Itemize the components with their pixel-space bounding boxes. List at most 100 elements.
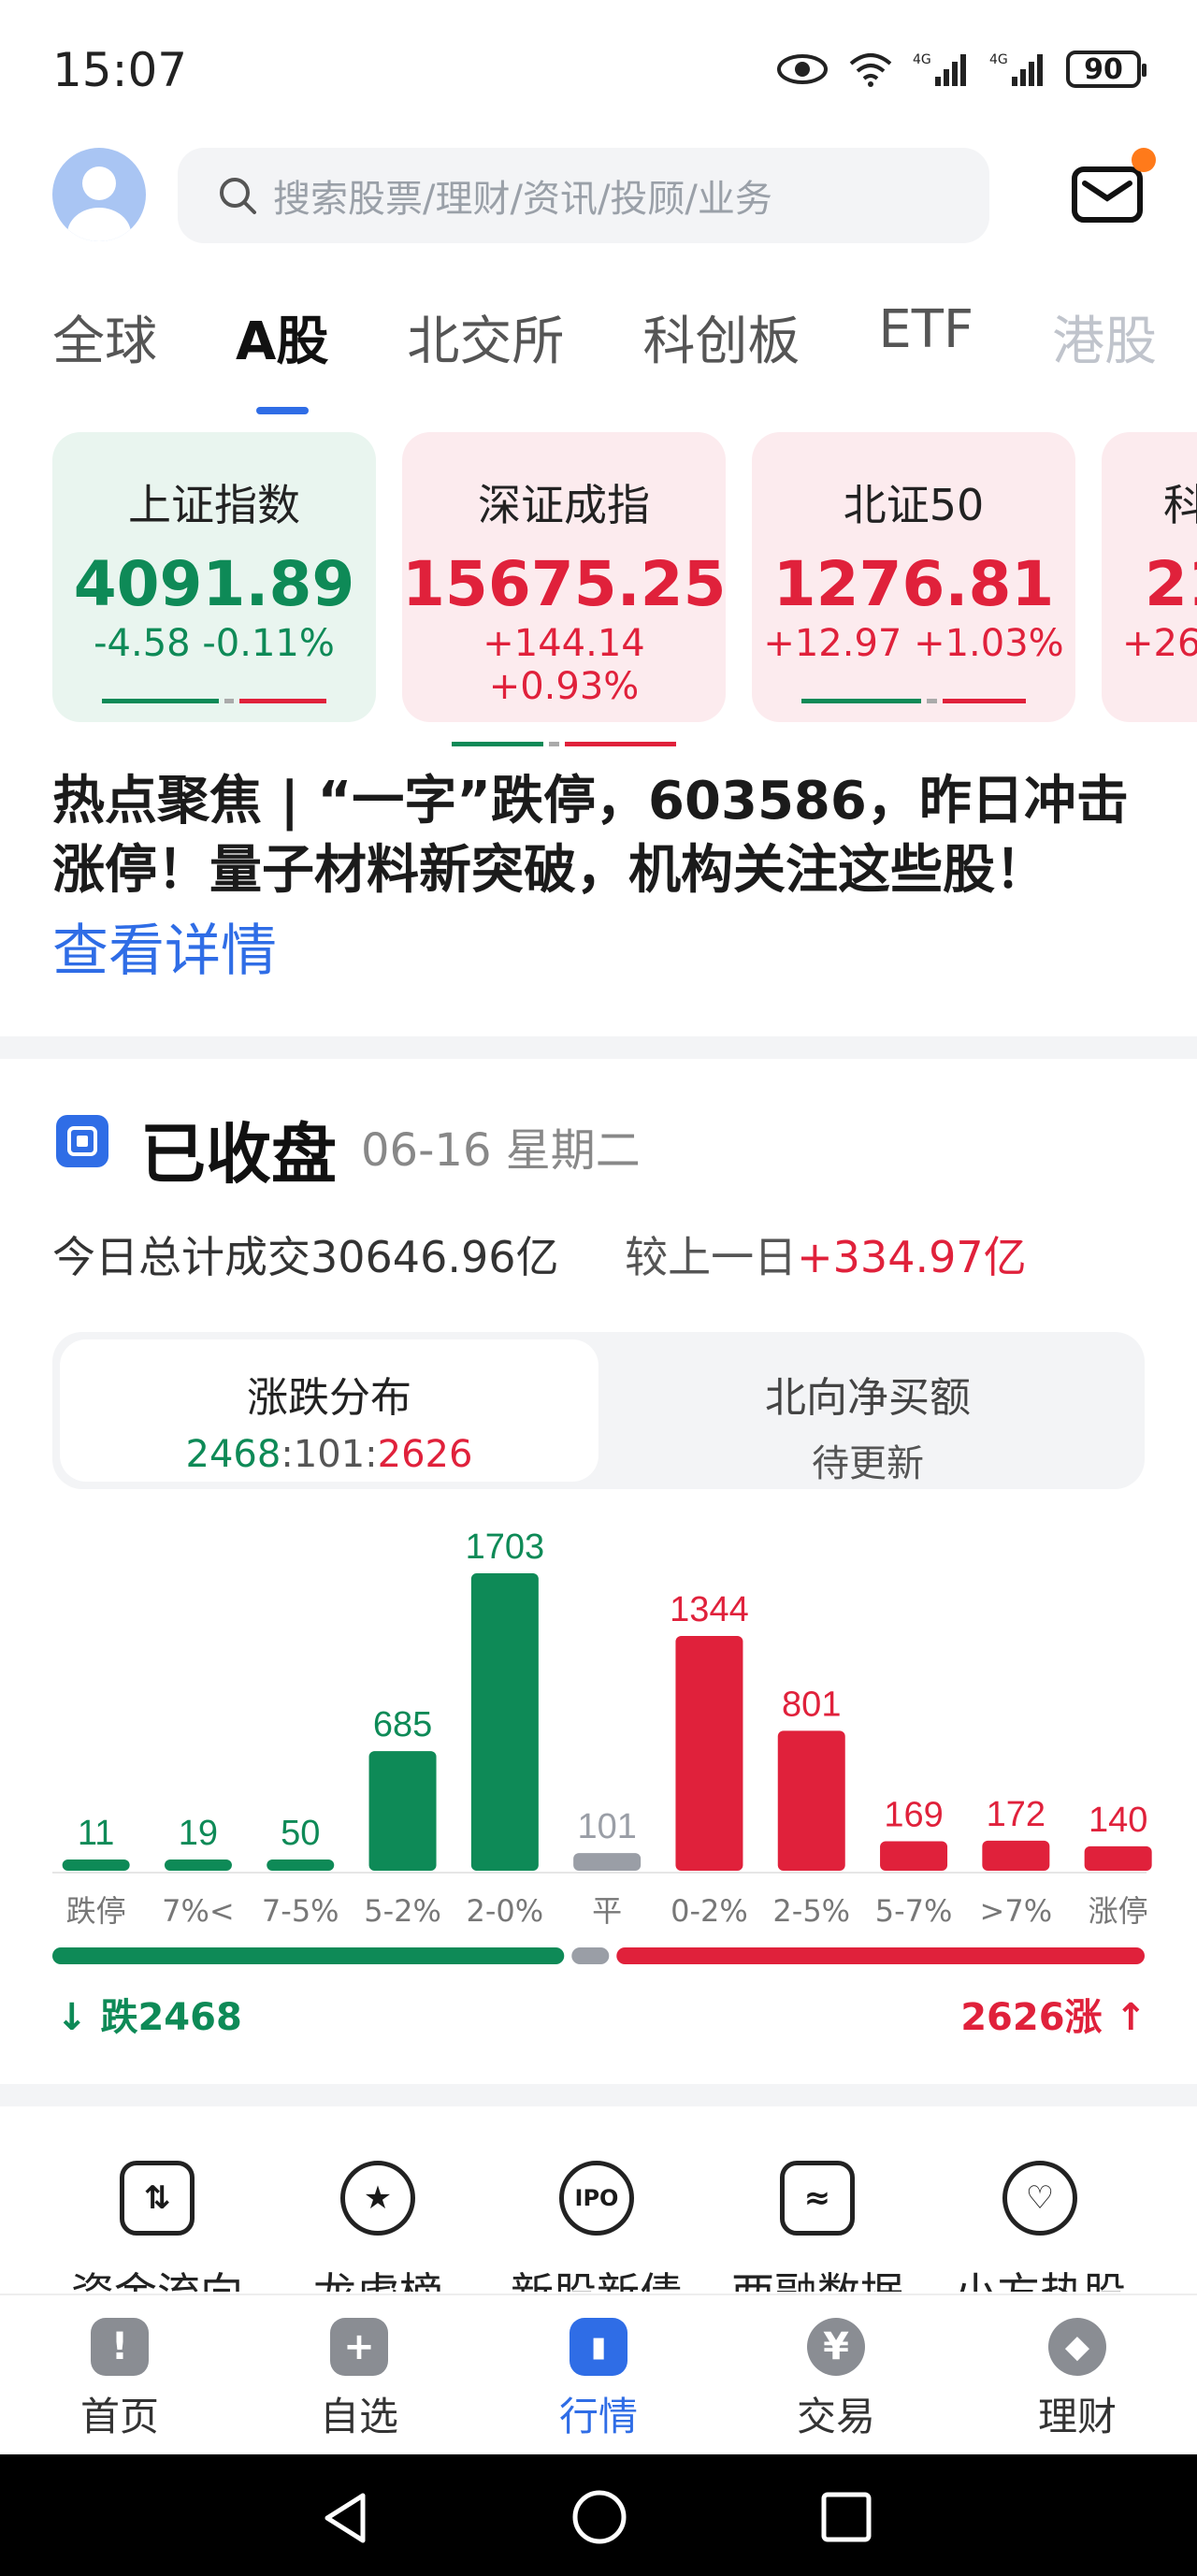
separator: : [281, 1433, 294, 1476]
market-status-icon [56, 1115, 108, 1167]
shortcut-label: 资金流向 [45, 2260, 269, 2292]
bottom-nav: ! 首页 + 自选 ▮ 行情 ¥ 交易 ◆ 理财 [0, 2294, 1197, 2454]
index-card[interactable]: 深证成指 15675.25 +144.14 +0.93% [402, 432, 727, 746]
bar-跌停 [62, 1860, 130, 1871]
tab-a-shares[interactable]: A股 [236, 299, 328, 414]
tab-northbound-net-buy[interactable]: 北向净买额 待更新 [598, 1339, 1137, 1485]
search-input[interactable]: 搜索股票/理财/资讯/投顾/业务 [178, 148, 989, 243]
nav-label: 理财 [1037, 2394, 1117, 2439]
nav-watchlist[interactable]: + 自选 [266, 2318, 453, 2442]
bar-value-label: 1703 [466, 1527, 545, 1567]
breadth-bar [452, 742, 677, 746]
user-icon [67, 166, 131, 241]
separator: : [365, 1433, 378, 1476]
tab-rise-fall-distribution[interactable]: 涨跌分布 2468:101:2626 [60, 1339, 598, 1482]
arrow-up-icon: ↑ [1102, 1996, 1147, 2039]
mail-icon[interactable] [1072, 166, 1143, 223]
bar-value-label: 19 [179, 1814, 218, 1853]
category-label: 7-5% [262, 1893, 339, 1929]
index-value: 1276.81 [772, 548, 1055, 620]
index-card[interactable]: 科 21 +26 [1102, 432, 1197, 722]
index-value: 21 [1145, 548, 1197, 620]
bar-value-label: 169 [884, 1795, 943, 1834]
category-label: 5-7% [875, 1893, 953, 1929]
bar->7% [982, 1840, 1050, 1871]
shortcut-fund-flow[interactable]: ⇅ 资金流向 [45, 2161, 269, 2292]
shortcut-hot-stocks[interactable]: ♡ 小方热股 [928, 2161, 1152, 2292]
nav-label: 自选 [319, 2394, 398, 2439]
index-change: -4.58 [94, 622, 191, 665]
flat-count: 101 [293, 1433, 366, 1476]
breadth-fall [52, 1947, 565, 1964]
signal-icon: 4G [913, 52, 966, 86]
index-name: 科 [1163, 480, 1197, 530]
shortcut-dragon-tiger[interactable]: ★ 龙虎榜 [266, 2161, 490, 2292]
bar-value-label: 801 [782, 1685, 841, 1724]
tab-etf[interactable]: ETF [878, 299, 973, 375]
index-card[interactable]: 北证50 1276.81 +12.97 +1.03% [752, 432, 1075, 722]
signal-icon: 4G [989, 52, 1043, 86]
tab-star-market[interactable]: 科创板 [642, 299, 800, 375]
compare-label: 较上一日 [625, 1232, 798, 1282]
arrow-down-icon: ↓ [56, 1996, 101, 2039]
market-date: 06-16 星期二 [361, 1124, 641, 1177]
bar-7%< [164, 1860, 232, 1871]
category-label: 涨停 [1089, 1893, 1148, 1929]
bar-5-2% [368, 1751, 437, 1871]
category-label: 5-2% [364, 1893, 441, 1929]
turnover-summary: 今日总计成交30646.96亿 较上一日+334.97亿 [52, 1223, 1027, 1285]
status-icons: 4G 4G 90 [776, 41, 1147, 97]
section-divider [0, 2084, 1197, 2106]
market-status: 已收盘 [140, 1116, 337, 1193]
nav-label: 交易 [796, 2394, 875, 2439]
category-label: 0-2% [671, 1893, 748, 1929]
status-time: 15:07 [52, 43, 188, 97]
nav-home[interactable]: ! 首页 [26, 2318, 213, 2442]
index-name: 深证成指 [478, 480, 650, 530]
shortcut-row: ⇅ 资金流向 ★ 龙虎榜 IPO 新股新债 ≈ 两融数据 ♡ 小方热股 [0, 2161, 1197, 2292]
category-label: 2-5% [772, 1893, 850, 1929]
bar-涨停 [1084, 1845, 1152, 1871]
wealth-icon: ◆ [1048, 2318, 1106, 2376]
svg-text:4G: 4G [989, 52, 1008, 67]
search-icon [220, 178, 256, 214]
rise-fall-distribution-chart: 11 跌停 19 7%< 50 7-5% 685 5-2% 1703 2-0% 101 平 1344 0-… [52, 1527, 1152, 1964]
index-pct: +0.93% [488, 665, 640, 708]
bar-value-label: 172 [987, 1795, 1046, 1834]
bar-2-5% [777, 1730, 845, 1871]
news-headline[interactable]: 热点聚焦 | “一字”跌停，603586，昨日冲击涨停！量子材料新突破，机构关注… [52, 767, 1156, 905]
index-change: +12.97 [763, 622, 902, 665]
breadth-bar [102, 699, 327, 703]
bar-value-label: 11 [78, 1814, 114, 1853]
nav-label: 行情 [558, 2394, 638, 2439]
rise-legend: 2626涨 ↑ [960, 1987, 1147, 2041]
nav-wealth[interactable]: ◆ 理财 [984, 2318, 1171, 2442]
segment-title: 涨跌分布 [247, 1374, 411, 1422]
watchlist-icon: + [330, 2318, 388, 2376]
section-divider [0, 1036, 1197, 1059]
category-label: 跌停 [66, 1893, 126, 1929]
nav-market[interactable]: ▮ 行情 [505, 2318, 692, 2442]
news-detail-link[interactable]: 查看详情 [52, 905, 277, 987]
trade-icon: ¥ [807, 2318, 865, 2376]
bar-0-2% [675, 1636, 743, 1871]
tab-global[interactable]: 全球 [52, 299, 157, 375]
turnover-label: 今日总计成交 [52, 1232, 310, 1282]
index-change: +26 [1122, 622, 1197, 665]
index-pct: -0.11% [202, 622, 335, 665]
index-card[interactable]: 上证指数 4091.89 -4.58 -0.11% [52, 432, 376, 722]
recents-icon[interactable] [819, 2490, 873, 2544]
breadth-bar [801, 699, 1027, 703]
back-icon[interactable] [318, 2490, 374, 2546]
home-circle-icon[interactable] [570, 2488, 628, 2546]
bar-5-7% [880, 1841, 948, 1871]
tab-bse[interactable]: 北交所 [407, 299, 564, 375]
shortcut-margin-data[interactable]: ≈ 两融数据 [705, 2161, 930, 2292]
index-change: +144.14 [483, 622, 645, 665]
avatar[interactable] [52, 148, 146, 241]
market-tabs: 全球 A股 北交所 科创板 ETF 港股 [52, 299, 1157, 414]
home-icon: ! [91, 2318, 149, 2376]
shortcut-ipo[interactable]: IPO 新股新债 [484, 2161, 709, 2292]
tab-hk[interactable]: 港股 [1052, 299, 1157, 375]
nav-trade[interactable]: ¥ 交易 [743, 2318, 930, 2442]
